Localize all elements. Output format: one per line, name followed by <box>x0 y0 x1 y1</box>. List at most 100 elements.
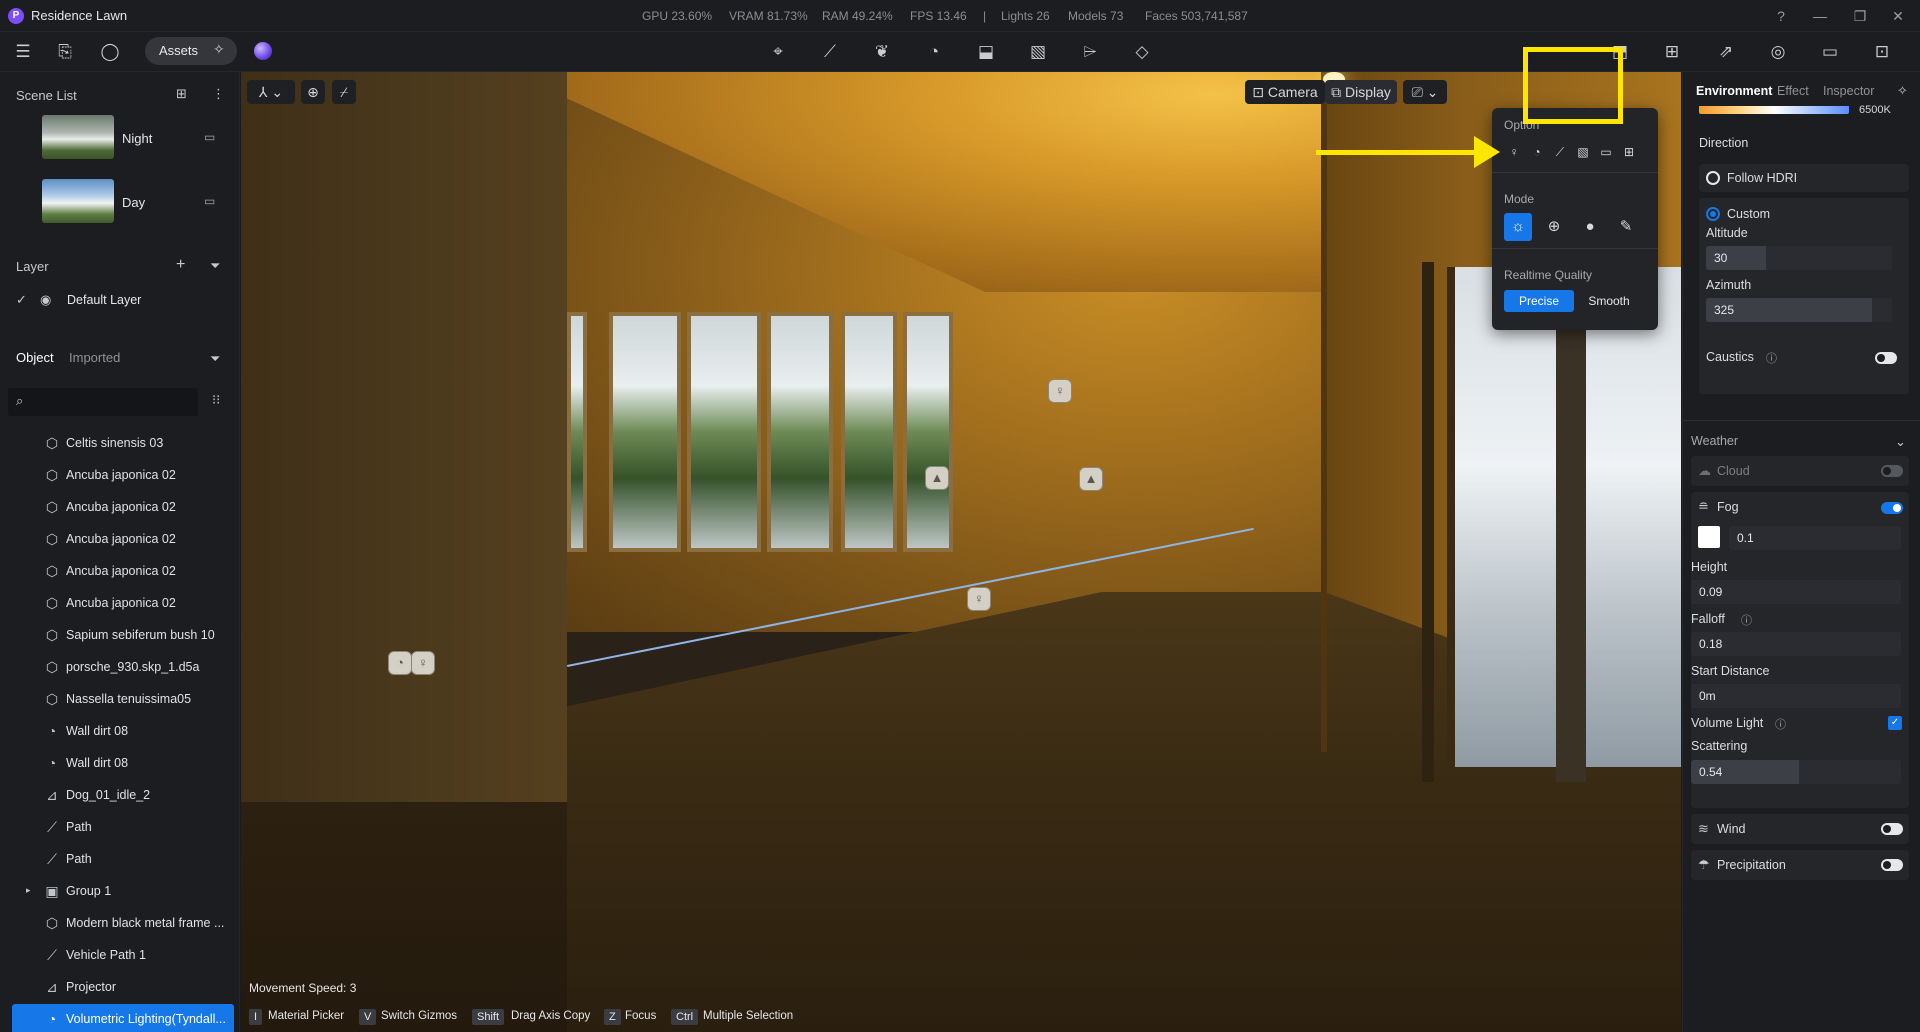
eyedropper-icon[interactable]: ⌿ <box>332 80 356 104</box>
add-layer-icon[interactable]: + <box>176 256 185 274</box>
object-list-item[interactable]: ⬡ Modern black metal frame ... <box>12 908 234 940</box>
filter-icon[interactable]: ⏷ <box>210 258 220 274</box>
minimize-icon[interactable]: — <box>1810 6 1830 26</box>
vegetation-tool-icon[interactable]: ❦ <box>868 38 896 66</box>
export-icon[interactable]: ⇗ <box>1712 38 1740 66</box>
quality-smooth-button[interactable]: Smooth <box>1574 290 1644 312</box>
fog-density-input[interactable]: 0.1 <box>1729 526 1901 550</box>
scattering-slider[interactable]: 0.54 <box>1691 760 1901 784</box>
ai-orb-icon[interactable] <box>254 42 272 60</box>
help-icon[interactable]: ⓘ <box>1741 612 1752 628</box>
camera-icon[interactable]: ▭ <box>204 130 215 144</box>
comment-icon[interactable]: ◯ <box>96 38 124 66</box>
color-temperature-bar[interactable] <box>1699 106 1849 114</box>
tab-object[interactable]: Object <box>16 350 54 365</box>
object-list-item[interactable]: ⬡ Ancuba japonica 02 <box>12 492 234 524</box>
grid-visibility-icon[interactable]: ⊞ <box>1620 143 1638 161</box>
light-gizmo-icon[interactable]: ▲ <box>925 466 949 490</box>
object-list-item[interactable]: ⟋ Path <box>12 844 234 876</box>
sparkle-icon[interactable]: ✧ <box>1897 83 1908 99</box>
globe-icon[interactable]: ⊕ <box>301 80 325 104</box>
precipitation-toggle[interactable] <box>1881 859 1903 871</box>
path-visibility-icon[interactable]: ⟋ <box>1551 143 1569 161</box>
object-list-item[interactable]: ⬡ Nassella tenuissima05 <box>12 684 234 716</box>
object-list-item[interactable]: ⬡ Ancuba japonica 02 <box>12 460 234 492</box>
cloud-toggle[interactable] <box>1881 465 1903 477</box>
eye-icon[interactable]: ◉ <box>40 292 51 308</box>
camera-visibility-icon[interactable]: ▭ <box>1597 143 1615 161</box>
transform-mode-button[interactable]: ⅄ ⌄ <box>247 80 295 104</box>
view-options-button[interactable]: ⎚ ⌄ <box>1403 80 1447 104</box>
model-tool-icon[interactable]: ⬓ <box>972 38 1000 66</box>
scene-item-night[interactable]: Night ▭ <box>8 107 232 167</box>
terrain-tool-icon[interactable]: ◇ <box>1128 38 1156 66</box>
decal-tool-icon[interactable]: ▧ <box>1024 38 1052 66</box>
light-visibility-icon[interactable]: ♀ <box>1505 143 1523 161</box>
import-file-icon[interactable]: ⎘ <box>51 38 79 66</box>
tab-effect[interactable]: Effect <box>1777 84 1809 98</box>
start-distance-input[interactable]: 0m <box>1691 684 1901 708</box>
tab-environment[interactable]: Environment <box>1696 84 1772 98</box>
mode-clay-icon[interactable]: ● <box>1576 213 1604 241</box>
camera-icon[interactable]: ▭ <box>204 194 215 208</box>
select-tool-icon[interactable]: ⌖ <box>764 38 792 66</box>
menu-icon[interactable]: ☰ <box>9 38 37 66</box>
screenshot-icon[interactable]: ◎ <box>1764 38 1792 66</box>
light-gizmo-icon[interactable]: ▲ <box>1079 467 1103 491</box>
object-list-item[interactable]: ◔ Volumetric Lighting(Tyndall... <box>12 1004 234 1032</box>
custom-radio[interactable] <box>1706 207 1720 221</box>
video-icon[interactable]: ▭ <box>1816 38 1844 66</box>
camera-button[interactable]: ⊡ Camera <box>1245 80 1325 104</box>
quality-precise-button[interactable]: Precise <box>1504 290 1574 312</box>
help-icon[interactable]: ⓘ <box>1766 350 1777 366</box>
panorama-icon[interactable]: ⊞ <box>1658 38 1686 66</box>
chevron-down-icon[interactable]: ⌄ <box>1895 434 1906 450</box>
object-list-item[interactable]: ⬡ Ancuba japonica 02 <box>12 588 234 620</box>
wind-toggle[interactable] <box>1881 823 1903 835</box>
object-list-item[interactable]: ⬡ Ancuba japonica 02 <box>12 524 234 556</box>
object-list-item[interactable]: ⊿ Dog_01_idle_2 <box>12 780 234 812</box>
falloff-input[interactable]: 0.18 <box>1691 632 1901 656</box>
follow-hdri-option[interactable]: Follow HDRI <box>1699 164 1909 192</box>
display-button[interactable]: ⧉ Display <box>1325 80 1397 104</box>
inbox-icon[interactable]: ⊡ <box>1868 38 1896 66</box>
object-list-item[interactable]: ⬡ Sapium sebiferum bush 10 <box>12 620 234 652</box>
expand-icon[interactable]: ▸ <box>26 885 31 896</box>
decal-visibility-icon[interactable]: ▧ <box>1574 143 1592 161</box>
object-list-item[interactable]: ⟋ Vehicle Path 1 <box>12 940 234 972</box>
object-list-item[interactable]: ⟋ Path <box>12 812 234 844</box>
scene-item-day[interactable]: Day ▭ <box>8 171 232 231</box>
maximize-icon[interactable]: ❐ <box>1850 6 1870 26</box>
caustics-toggle[interactable] <box>1875 352 1897 364</box>
help-icon[interactable]: ? <box>1771 6 1791 26</box>
object-list-item[interactable]: ◔ Wall dirt 08 <box>12 716 234 748</box>
filter-icon[interactable]: ⏷ <box>210 351 220 367</box>
object-list-item[interactable]: ⬡ porsche_930.skp_1.d5a <box>12 652 234 684</box>
volume-light-checkbox[interactable]: ✓ <box>1888 716 1902 730</box>
assets-button[interactable]: Assets ✧ <box>145 37 237 65</box>
azimuth-slider[interactable]: 325 <box>1706 298 1892 322</box>
light-gizmo-icon[interactable]: ♀ <box>411 651 435 675</box>
mode-lighting-icon[interactable]: ✎ <box>1612 213 1640 241</box>
object-list-item[interactable]: ◔ Wall dirt 08 <box>12 748 234 780</box>
mode-wireframe-icon[interactable]: ⊕ <box>1540 213 1568 241</box>
altitude-slider[interactable]: 30 <box>1706 246 1892 270</box>
object-list-item[interactable]: ⬡ Celtis sinensis 03 <box>12 428 234 460</box>
default-layer-row[interactable]: ✓ ◉ Default Layer <box>16 292 226 312</box>
light-tool-icon[interactable]: ◔ <box>920 38 948 66</box>
close-icon[interactable]: ✕ <box>1888 6 1908 26</box>
annotate-tool-icon[interactable]: ⌲ <box>1076 38 1104 66</box>
object-list-item[interactable]: ⬡ Ancuba japonica 02 <box>12 556 234 588</box>
light-gizmo-icon[interactable]: ♀ <box>967 587 991 611</box>
follow-hdri-radio[interactable] <box>1706 171 1720 185</box>
3d-viewport[interactable]: ♀ ▲ ▲ ♀ ◔ ♀ ⅄ ⌄ ⊕ ⌿ ⊡ Camera ⧉ Display ⎚… <box>241 72 1681 1032</box>
volumetric-gizmo-icon[interactable]: ◔ <box>388 651 412 675</box>
add-scene-icon[interactable]: ⊞ <box>176 86 187 102</box>
more-icon[interactable]: ⋮ <box>212 86 225 102</box>
tab-imported[interactable]: Imported <box>69 350 120 365</box>
volumetric-visibility-icon[interactable]: ◔ <box>1528 143 1546 161</box>
object-search-input[interactable]: ⌕ <box>8 388 198 416</box>
light-gizmo-icon[interactable]: ♀ <box>1048 379 1072 403</box>
tab-inspector[interactable]: Inspector <box>1823 84 1874 98</box>
object-list-item[interactable]: ▸ ▣ Group 1 <box>12 876 234 908</box>
